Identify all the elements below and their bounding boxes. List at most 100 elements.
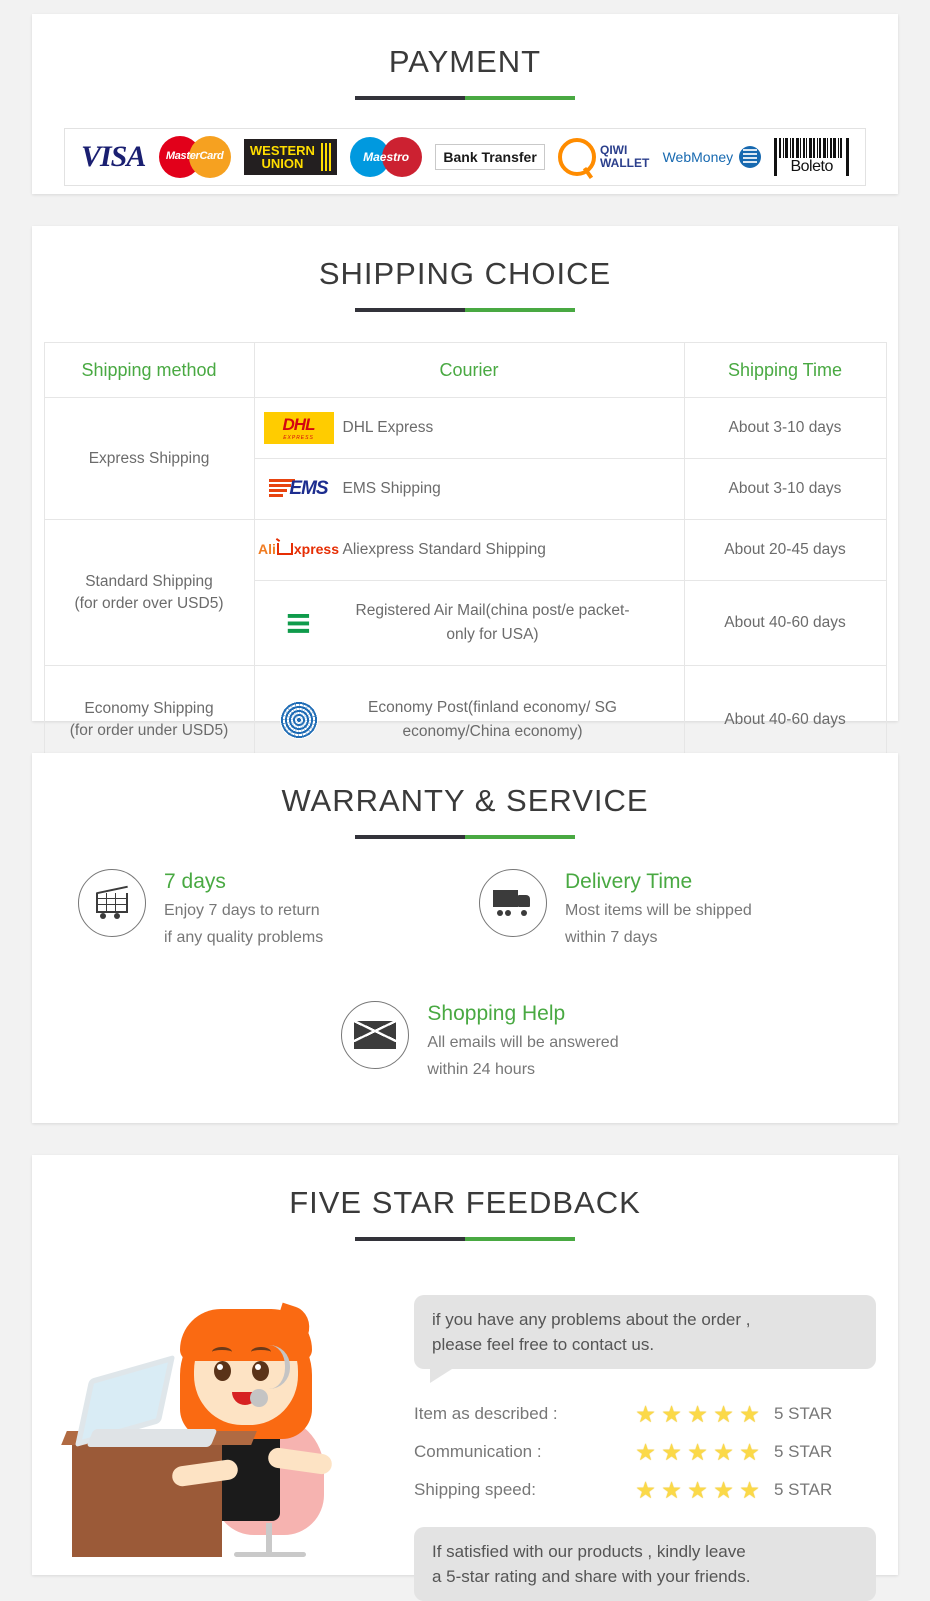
western-union-bars (319, 143, 331, 171)
warranty-items-row-2: Shopping Help All emails will be answere… (32, 975, 898, 1083)
rating-value: 5 STAR (774, 1442, 833, 1461)
un-post-logo (255, 701, 343, 739)
chair-base-shape (234, 1552, 306, 1557)
qiwi-wallet-logo: QIWI WALLET (558, 138, 649, 176)
spacer-1 (0, 194, 930, 226)
headset-mic-icon (250, 1389, 268, 1407)
promo-page: PAYMENT VISA MasterCard WESTERN UNION Ma… (0, 0, 930, 1601)
method-line1: Standard Shipping (85, 572, 213, 590)
cell-time: About 3-10 days (683, 397, 887, 459)
dhl-subtext: EXPRESS (283, 435, 314, 441)
rating-value: 5 STAR (774, 1480, 833, 1499)
method-line1: Economy Shipping (84, 700, 214, 717)
courier-name: DHL Express (342, 419, 434, 436)
shipping-section: SHIPPING CHOICE Shipping method Courier … (32, 226, 898, 775)
rating-row-communication: Communication : ★ ★ ★ ★ ★ 5 STAR (414, 1439, 876, 1465)
warranty-section: WARRANTY & SERVICE 7 days Enjoy 7 days t… (32, 753, 898, 1123)
divider-dark (355, 96, 465, 100)
rating-stars: ★ ★ ★ ★ ★ (634, 1401, 774, 1427)
bubble-line1: If satisfied with our products , kindly … (432, 1542, 746, 1561)
rating-label: Shipping speed: (414, 1480, 536, 1499)
rating-label: Communication : (414, 1442, 542, 1461)
bubble-line2: please feel free to contact us. (432, 1335, 655, 1354)
cell-method-express: Express Shipping (43, 397, 255, 520)
aliexpress-ali-text: Ali (257, 541, 276, 557)
star-icon: ★ (687, 1401, 708, 1427)
star-icon: ★ (661, 1439, 682, 1465)
courier-name: Aliexpress Standard Shipping (342, 541, 546, 558)
qiwi-q-icon (558, 138, 597, 176)
cell-courier-dhl: DHL EXPRESS DHL Express (253, 397, 685, 459)
webmoney-label: WebMoney (662, 149, 734, 165)
shipping-title: SHIPPING CHOICE (318, 256, 612, 291)
warranty-title: WARRANTY & SERVICE (281, 783, 649, 818)
column-header-shipping-method: Shipping method (43, 342, 255, 398)
feedback-section: FIVE STAR FEEDBACK if you have any probl… (32, 1155, 898, 1601)
cell-courier-china-post: ≡ Registered Air Mail(china post/e packe… (253, 580, 685, 666)
star-icon: ★ (661, 1477, 682, 1503)
visa-label: VISA (81, 140, 146, 173)
dhl-text: DHL (282, 415, 316, 434)
table-row: Express Shipping DHL EXPRESS DHL Express (43, 397, 887, 520)
spacer-3 (0, 1123, 930, 1155)
feedback-content: if you have any problems about the order… (414, 1267, 876, 1601)
cell-method-standard: Standard Shipping (for order over USD5) (43, 519, 255, 666)
warranty-line2: within 7 days (565, 929, 658, 946)
aliexpress-logo: Ali xpress (255, 541, 343, 559)
customer-service-agent-illustration (54, 1267, 414, 1557)
feedback-divider (355, 1237, 575, 1241)
boleto-barcode-icon (779, 138, 844, 158)
rating-stars: ★ ★ ★ ★ ★ (634, 1477, 774, 1503)
warranty-items-row: 7 days Enjoy 7 days to return if any qua… (32, 869, 898, 951)
united-nations-globe-icon (279, 701, 318, 739)
ems-logo: EMS (255, 478, 343, 500)
maestro-logo: Maestro (350, 137, 423, 177)
rating-stars: ★ ★ ★ ★ ★ (634, 1439, 774, 1465)
star-icon: ★ (713, 1401, 734, 1427)
star-icon: ★ (635, 1439, 656, 1465)
table-row: Standard Shipping (for order over USD5) … (43, 519, 887, 666)
mastercard-logo: MasterCard (158, 136, 231, 178)
star-icon: ★ (687, 1477, 708, 1503)
cell-time: About 40-60 days (683, 580, 887, 666)
western-union-logo: WESTERN UNION (243, 139, 337, 175)
eye-left (214, 1361, 231, 1381)
star-icon: ★ (635, 1401, 656, 1427)
ems-text: EMS (289, 478, 328, 499)
webmoney-logo: WebMoney (663, 146, 762, 168)
divider-dark (355, 835, 465, 839)
courier-name: EMS Shipping (342, 480, 441, 497)
china-post-logo: ≡ (255, 606, 343, 640)
warranty-divider (355, 835, 575, 839)
bubble-line1: if you have any problems about the order… (432, 1310, 751, 1329)
mastercard-label: MasterCard (165, 150, 224, 162)
rating-row-item-as-described: Item as described : ★ ★ ★ ★ ★ 5 STAR (414, 1401, 876, 1427)
cart-icon (78, 869, 146, 937)
method-line2: (for order under USD5) (69, 722, 229, 739)
star-icon: ★ (635, 1477, 656, 1503)
payment-divider (355, 96, 575, 100)
bank-transfer-label: Bank Transfer (435, 144, 545, 170)
laptop-keyboard-shape (86, 1429, 218, 1447)
warranty-line2: within 24 hours (427, 1061, 536, 1078)
maestro-label: Maestro (363, 150, 410, 164)
divider-dark (355, 308, 465, 312)
shipping-divider (355, 308, 575, 312)
leave-rating-bubble: If satisfied with our products , kindly … (414, 1527, 876, 1601)
feedback-title: FIVE STAR FEEDBACK (289, 1185, 641, 1220)
aliexpress-xpress-text: xpress (293, 541, 340, 557)
star-icon: ★ (713, 1477, 734, 1503)
payment-section: PAYMENT VISA MasterCard WESTERN UNION Ma… (32, 14, 898, 194)
warranty-heading: 7 days (164, 870, 226, 893)
courier-name: Economy Post(finland economy/ SG economy… (368, 699, 617, 740)
cell-time: About 20-45 days (683, 519, 887, 581)
truck-icon (479, 869, 547, 937)
star-icon: ★ (713, 1439, 734, 1465)
courier-name: Registered Air Mail(china post/e packet-… (355, 602, 630, 643)
method-line2: (for order over USD5) (74, 594, 224, 612)
payment-title: PAYMENT (388, 44, 542, 79)
rating-value: 5 STAR (774, 1404, 833, 1423)
visa-logo: VISA (81, 140, 146, 174)
table-header-row: Shipping method Courier Shipping Time (43, 342, 887, 398)
warranty-line1: Most items will be shipped (565, 902, 752, 919)
